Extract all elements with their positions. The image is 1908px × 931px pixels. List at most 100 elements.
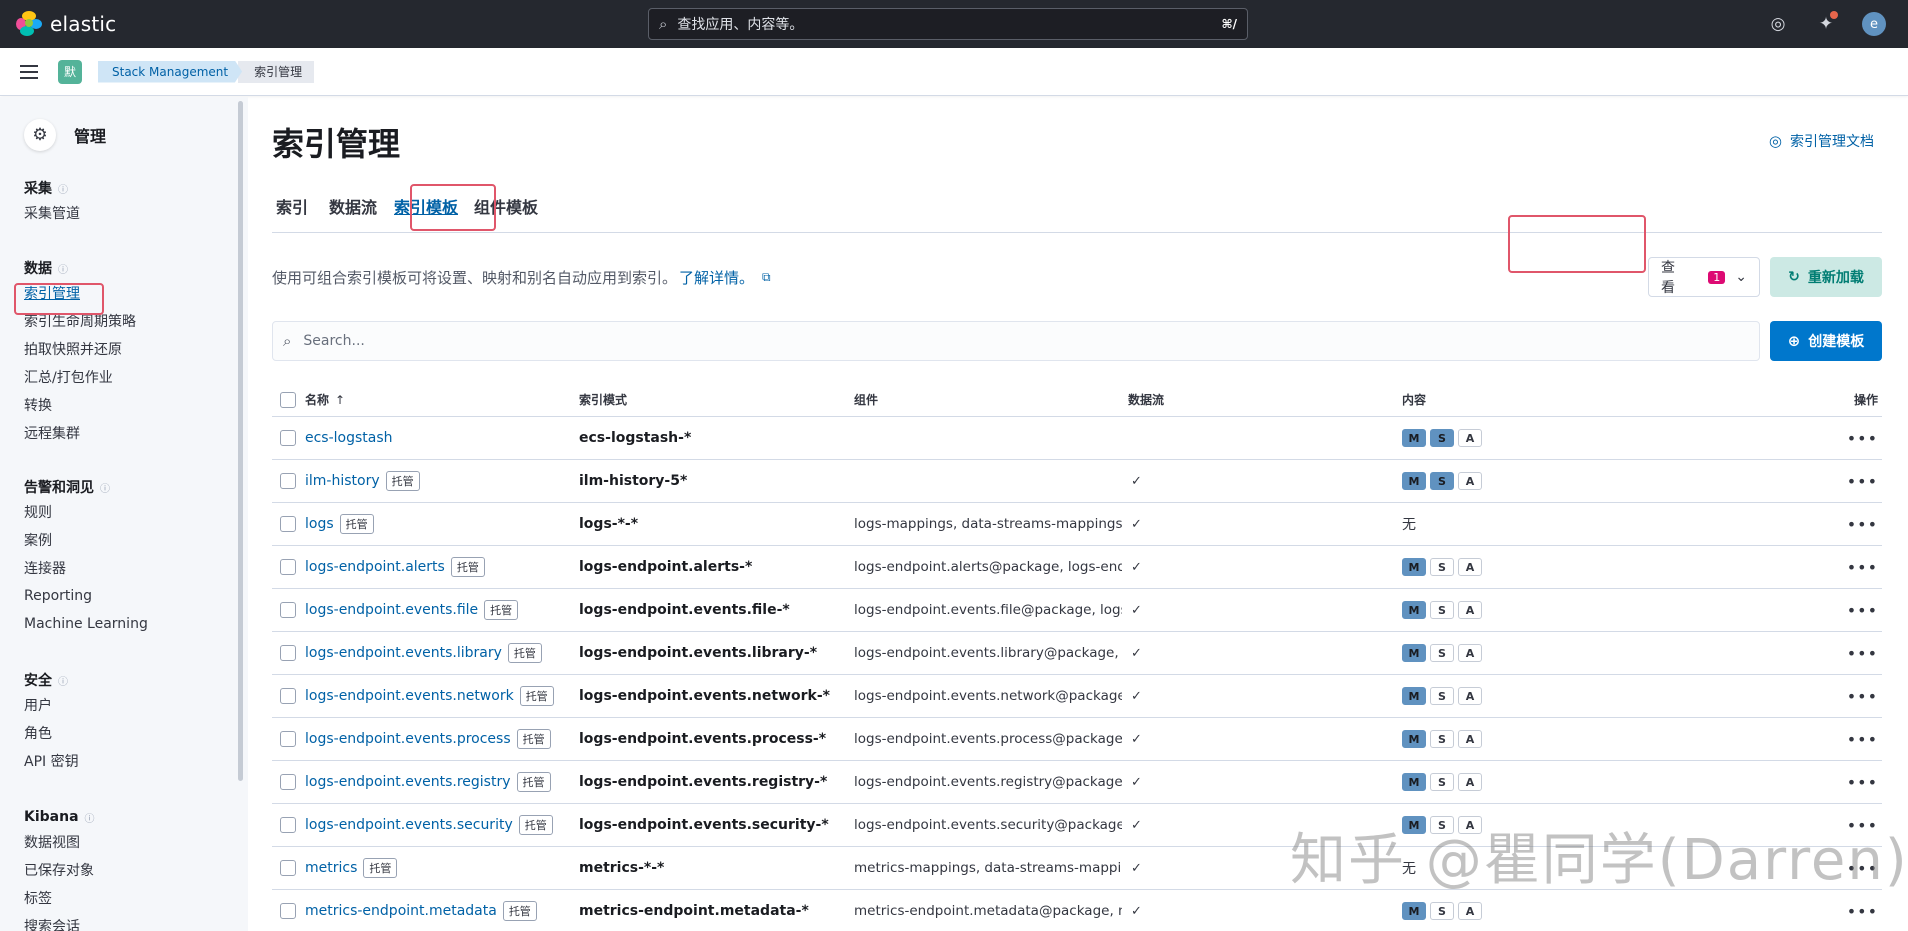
sidebar-item-transforms[interactable]: 转换 — [24, 391, 136, 419]
elastic-logo[interactable]: elastic — [16, 11, 656, 37]
sidebar-item-machine-learning[interactable]: Machine Learning — [24, 610, 148, 638]
template-name-link[interactable]: ecs-logstash — [305, 430, 393, 446]
tab-data-streams[interactable]: 数据流 — [329, 179, 377, 233]
create-template-button[interactable]: ⊕ 创建模板 — [1770, 321, 1882, 361]
template-name-link[interactable]: logs-endpoint.events.registry — [305, 774, 511, 790]
template-name-link[interactable]: ilm-history — [305, 473, 380, 489]
sidebar-item-connectors[interactable]: 连接器 — [24, 554, 148, 582]
user-menu-button[interactable]: e — [1860, 10, 1888, 38]
tab-indices[interactable]: 索引 — [276, 179, 308, 233]
managed-badge: 托管 — [516, 729, 551, 749]
help-icon[interactable]: ◎ — [1764, 10, 1792, 38]
sidebar-item-ingest-pipelines[interactable]: 采集管道 — [24, 199, 80, 227]
template-name-link[interactable]: metrics-endpoint.metadata — [305, 903, 497, 919]
row-checkbox[interactable] — [280, 731, 296, 747]
sidebar-item-search-sessions[interactable]: 搜索会话 — [24, 912, 95, 931]
components-text: metrics-endpoint.metadata@package, metri… — [854, 903, 1122, 919]
sidebar-item-reporting[interactable]: Reporting — [24, 582, 148, 610]
row-checkbox[interactable] — [280, 774, 296, 790]
content-badge: M — [1402, 472, 1426, 490]
row-checkbox[interactable] — [280, 645, 296, 661]
row-checkbox[interactable] — [280, 516, 296, 532]
news-feed-icon[interactable]: ✦ — [1812, 10, 1840, 38]
row-actions-menu-icon[interactable]: ••• — [1847, 472, 1878, 491]
reload-button[interactable]: ↻ 重新加载 — [1770, 257, 1882, 297]
row-actions-menu-icon[interactable]: ••• — [1847, 730, 1878, 749]
description-text: 使用可组合索引模板可将设置、映射和别名自动应用到索引。 — [272, 269, 678, 287]
managed-badge: 托管 — [502, 901, 537, 921]
sidebar-item-saved-objects[interactable]: 已保存对象 — [24, 856, 95, 884]
page-description: 使用可组合索引模板可将设置、映射和别名自动应用到索引。 了解详情。 ⧉ — [272, 267, 771, 288]
row-checkbox[interactable] — [280, 559, 296, 575]
learn-more-link[interactable]: 了解详情。 — [679, 267, 754, 288]
row-actions-menu-icon[interactable]: ••• — [1847, 558, 1878, 577]
template-name-link[interactable]: metrics — [305, 860, 357, 876]
check-icon: ✓ — [1131, 602, 1142, 618]
template-name-link[interactable]: logs-endpoint.events.security — [305, 817, 513, 833]
sidebar-item-cases[interactable]: 案例 — [24, 526, 148, 554]
sidebar-item-roles[interactable]: 角色 — [24, 719, 79, 747]
index-pattern: logs-endpoint.events.file-* — [579, 602, 790, 618]
components-text: logs-endpoint.events.file@package, logs-… — [854, 602, 1122, 618]
sidebar-item-snapshot-restore[interactable]: 拍取快照并还原 — [24, 335, 136, 363]
search-icon: ⌕ — [659, 15, 668, 33]
row-checkbox[interactable] — [280, 688, 296, 704]
help-icon: ◎ — [1768, 132, 1782, 150]
content-badge: A — [1458, 429, 1482, 447]
group-title: 告警和洞见 — [24, 480, 94, 496]
page-title: 索引管理 — [272, 125, 401, 163]
sidebar-item-rules[interactable]: 规则 — [24, 498, 148, 526]
sidebar-item-tags[interactable]: 标签 — [24, 884, 95, 912]
chevron-down-icon: ⌄ — [1735, 269, 1747, 285]
row-checkbox[interactable] — [280, 817, 296, 833]
row-actions-menu-icon[interactable]: ••• — [1847, 902, 1878, 921]
select-all-checkbox[interactable] — [280, 391, 296, 408]
row-checkbox[interactable] — [280, 430, 296, 446]
sidebar-item-remote-clusters[interactable]: 远程集群 — [24, 419, 136, 447]
sidebar-item-data-views[interactable]: 数据视图 — [24, 828, 95, 856]
sidebar-scrollbar[interactable] — [238, 101, 243, 781]
row-checkbox[interactable] — [280, 473, 296, 489]
table-row: logs-endpoint.events.process 托管 logs-endpo… — [272, 718, 1882, 761]
template-name-link[interactable]: logs-endpoint.events.process — [305, 731, 511, 747]
menu-icon[interactable] — [20, 61, 38, 83]
sidebar-group-kibana: Kibana ⓘ 数据视图 已保存对象 标签 搜索会话 — [24, 806, 95, 931]
sidebar-item-rollup-jobs[interactable]: 汇总/打包作业 — [24, 363, 136, 391]
template-name-link[interactable]: logs — [305, 516, 334, 532]
view-dropdown-button[interactable]: 查看 1 ⌄ — [1648, 257, 1760, 297]
template-name-link[interactable]: logs-endpoint.alerts — [305, 559, 445, 575]
table-row: ilm-history 托管 ilm-history-5* ✓ M S A ••• — [272, 460, 1882, 503]
notification-dot — [1830, 11, 1838, 19]
template-search-placeholder: Search... — [303, 333, 365, 349]
content-badge: A — [1458, 687, 1482, 705]
template-name-link[interactable]: logs-endpoint.events.file — [305, 602, 478, 618]
components-text: logs-endpoint.alerts@package, logs-endpo… — [854, 559, 1122, 575]
template-search-input[interactable]: ⌕ Search... — [272, 321, 1760, 361]
index-pattern: logs-endpoint.alerts-* — [579, 559, 753, 575]
group-title: 安全 — [24, 673, 52, 689]
space-avatar[interactable]: 默 — [58, 59, 82, 84]
table-row: logs-endpoint.events.file 托管 logs-endpoint… — [272, 589, 1882, 632]
template-name-link[interactable]: logs-endpoint.events.library — [305, 645, 502, 661]
row-actions-menu-icon[interactable]: ••• — [1847, 601, 1878, 620]
row-actions-menu-icon[interactable]: ••• — [1847, 515, 1878, 534]
docs-link[interactable]: ◎ 索引管理文档 — [1769, 131, 1874, 151]
sidebar-item-users[interactable]: 用户 — [24, 691, 79, 719]
sidebar-item-api-keys[interactable]: API 密钥 — [24, 747, 79, 775]
check-icon: ✓ — [1131, 559, 1142, 575]
column-header-data-stream: 数据流 — [1128, 393, 1165, 407]
row-actions-menu-icon[interactable]: ••• — [1847, 429, 1878, 448]
row-checkbox[interactable] — [280, 860, 296, 876]
refresh-icon: ↻ — [1788, 269, 1800, 285]
global-search-input[interactable]: ⌕ 查找应用、内容等。 ⌘/ — [648, 8, 1248, 40]
managed-badge: 托管 — [450, 557, 485, 577]
row-actions-menu-icon[interactable]: ••• — [1847, 687, 1878, 706]
breadcrumb-stack-management[interactable]: Stack Management — [98, 60, 243, 83]
check-icon: ✓ — [1131, 645, 1142, 661]
row-checkbox[interactable] — [280, 903, 296, 919]
row-actions-menu-icon[interactable]: ••• — [1847, 644, 1878, 663]
template-name-link[interactable]: logs-endpoint.events.network — [305, 688, 514, 704]
index-pattern: ecs-logstash-* — [579, 430, 692, 446]
row-actions-menu-icon[interactable]: ••• — [1847, 773, 1878, 792]
row-checkbox[interactable] — [280, 602, 296, 618]
